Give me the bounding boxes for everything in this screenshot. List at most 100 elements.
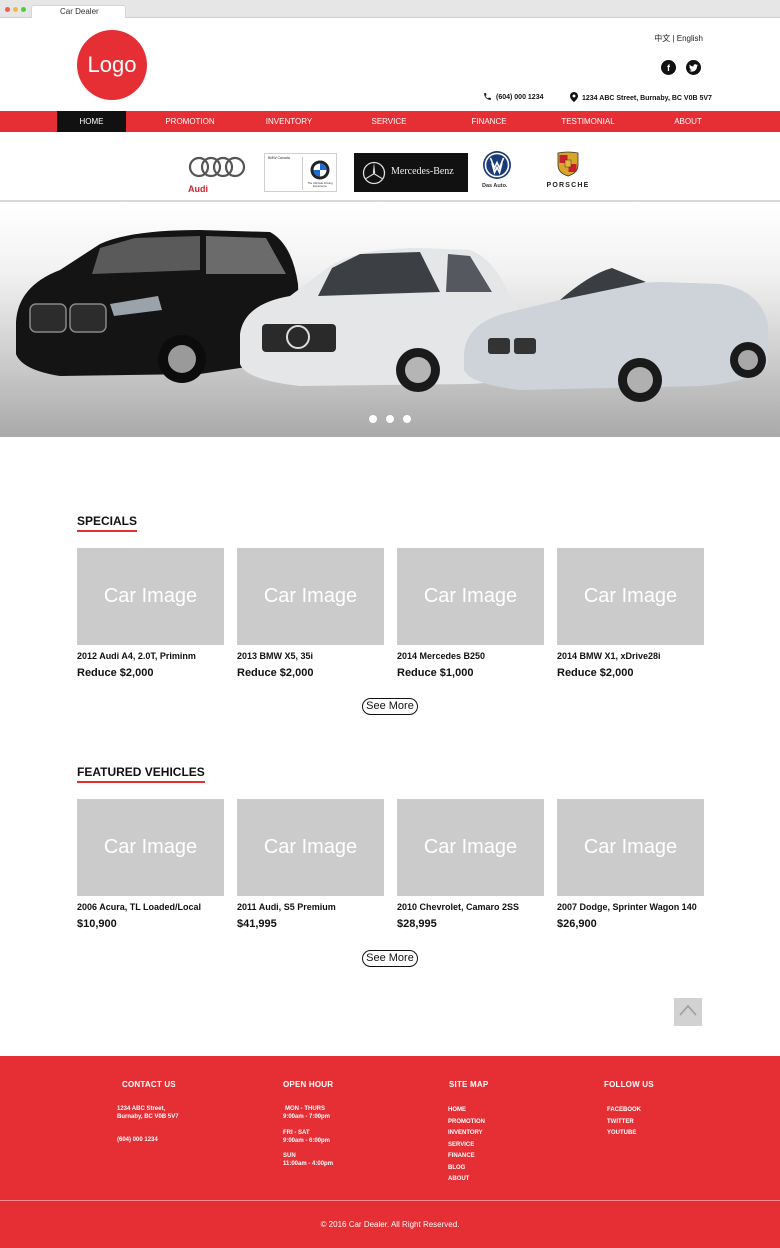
- header-phone[interactable]: (604) 000 1234: [483, 92, 543, 103]
- car-price: Reduce $2,000: [77, 667, 154, 679]
- main-nav: HOME PROMOTION INVENTORY SERVICE FINANCE…: [0, 111, 780, 132]
- nav-item-inventory[interactable]: INVENTORY: [249, 111, 329, 132]
- car-name[interactable]: 2012 Audi A4, 2.0T, Priminm: [77, 651, 224, 661]
- car-price: $10,900: [77, 918, 117, 930]
- porsche-logo[interactable]: PORSCHE: [531, 150, 605, 194]
- footer-hours-heading: OPEN HOUR: [283, 1080, 334, 1089]
- hours-time: 9:00am - 7:00pm: [283, 1114, 331, 1120]
- bmw-logo[interactable]: BMW Canada The Ultimate Driving Experien…: [264, 153, 337, 192]
- sitemap-link-promotion[interactable]: PROMOTION: [448, 1117, 485, 1129]
- hours-block: SUN 11:00am - 4:00pm: [283, 1152, 333, 1168]
- follow-link-twitter[interactable]: TWITTER: [607, 1117, 641, 1129]
- header-phone-text: (604) 000 1234: [496, 94, 544, 101]
- silver-convertible-shape: [464, 268, 768, 402]
- special-card[interactable]: Car Image 2013 BMW X5, 35i Reduce $2,000: [237, 548, 384, 679]
- featured-card[interactable]: Car Image 2011 Audi, S5 Premium $41,995: [237, 799, 384, 930]
- footer-contact: CONTACT US: [122, 1080, 176, 1089]
- site-logo[interactable]: Logo: [77, 30, 147, 100]
- footer-sitemap-heading: SITE MAP: [449, 1080, 489, 1089]
- sitemap-link-inventory[interactable]: INVENTORY: [448, 1128, 485, 1140]
- sitemap-link-finance[interactable]: FINANCE: [448, 1151, 485, 1163]
- follow-links: FACEBOOK TWITTER YOUTUBE: [607, 1105, 641, 1140]
- car-price: $26,900: [557, 918, 597, 930]
- nav-item-service[interactable]: SERVICE: [349, 111, 429, 132]
- sitemap-link-service[interactable]: SERVICE: [448, 1140, 485, 1152]
- twitter-icon[interactable]: [686, 60, 701, 75]
- hours-days: MON - THURS: [285, 1106, 325, 1112]
- car-name[interactable]: 2006 Acura, TL Loaded/Local: [77, 902, 224, 912]
- sitemap-link-blog[interactable]: BLOG: [448, 1163, 485, 1175]
- audi-wordmark: Audi: [188, 184, 208, 194]
- vw-tagline: Das Auto.: [482, 183, 508, 189]
- car-name[interactable]: 2014 Mercedes B250: [397, 651, 544, 661]
- sitemap-link-about[interactable]: ABOUT: [448, 1174, 485, 1186]
- sitemap-link-home[interactable]: HOME: [448, 1105, 485, 1117]
- car-price: $28,995: [397, 918, 437, 930]
- slider-dot-1[interactable]: [369, 415, 377, 423]
- hero-slider[interactable]: [0, 204, 780, 437]
- special-card[interactable]: Car Image 2012 Audi A4, 2.0T, Priminm Re…: [77, 548, 224, 679]
- nav-item-home[interactable]: HOME: [57, 111, 126, 132]
- slider-dot-2[interactable]: [386, 415, 394, 423]
- volkswagen-logo[interactable]: Das Auto.: [480, 150, 514, 194]
- sitemap-links: HOME PROMOTION INVENTORY SERVICE FINANCE…: [448, 1105, 485, 1186]
- back-to-top-button[interactable]: [674, 998, 702, 1026]
- car-image-placeholder[interactable]: Car Image: [397, 548, 544, 645]
- browser-tab[interactable]: Car Dealer: [31, 5, 126, 18]
- special-card[interactable]: Car Image 2014 BMW X1, xDrive28i Reduce …: [557, 548, 704, 679]
- car-image-placeholder[interactable]: Car Image: [237, 799, 384, 896]
- porsche-wordmark: PORSCHE: [546, 182, 590, 189]
- footer-phone[interactable]: (604) 000 1234: [117, 1136, 158, 1144]
- mercedes-wordmark: Mercedes-Benz: [391, 166, 454, 177]
- minimize-window-dot[interactable]: [13, 7, 18, 12]
- maximize-window-dot[interactable]: [21, 7, 26, 12]
- specials-see-more-button[interactable]: See More: [362, 698, 418, 715]
- car-name[interactable]: 2011 Audi, S5 Premium: [237, 902, 384, 912]
- chevron-up-icon: [679, 1003, 697, 1021]
- featured-card[interactable]: Car Image 2006 Acura, TL Loaded/Local $1…: [77, 799, 224, 930]
- hours-time: 11:00am - 4:00pm: [283, 1161, 334, 1167]
- nav-item-testimonial[interactable]: TESTIMONIAL: [548, 111, 628, 132]
- hours-block: FRI - SAT 9:00am - 6:00pm: [283, 1129, 330, 1145]
- car-image-placeholder[interactable]: Car Image: [77, 799, 224, 896]
- car-image-placeholder[interactable]: Car Image: [237, 548, 384, 645]
- follow-link-facebook[interactable]: FACEBOOK: [607, 1105, 641, 1117]
- footer-hours: OPEN HOUR: [283, 1080, 333, 1089]
- footer-follow-heading: FOLLOW US: [604, 1080, 654, 1089]
- language-switcher[interactable]: 中文 | English: [654, 33, 703, 44]
- featured-card[interactable]: Car Image 2010 Chevrolet, Camaro 2SS $28…: [397, 799, 544, 930]
- site-footer: CONTACT US 1234 ABC Street, Burnaby, BC …: [0, 1056, 780, 1248]
- car-price: $41,995: [237, 918, 277, 930]
- header-address-text: 1234 ABC Street, Burnaby, BC V0B 5V7: [582, 94, 712, 102]
- car-name[interactable]: 2007 Dodge, Sprinter Wagon 140: [557, 902, 704, 912]
- mercedes-benz-logo[interactable]: Mercedes-Benz: [354, 153, 468, 192]
- car-image-placeholder[interactable]: Car Image: [557, 548, 704, 645]
- nav-item-finance[interactable]: FINANCE: [449, 111, 529, 132]
- copyright-text: © 2016 Car Dealer. All Right Reserved.: [320, 1220, 460, 1229]
- hours-block: MON - THURS 9:00am - 7:00pm: [283, 1105, 330, 1121]
- follow-link-youtube[interactable]: YOUTUBE: [607, 1128, 641, 1140]
- close-window-dot[interactable]: [5, 7, 10, 12]
- bmw-canada-text: BMW Canada: [268, 156, 290, 160]
- special-card[interactable]: Car Image 2014 Mercedes B250 Reduce $1,0…: [397, 548, 544, 679]
- featured-card[interactable]: Car Image 2007 Dodge, Sprinter Wagon 140…: [557, 799, 704, 930]
- car-price: Reduce $2,000: [557, 667, 634, 679]
- facebook-icon[interactable]: f: [661, 60, 676, 75]
- car-name[interactable]: 2014 BMW X1, xDrive28i: [557, 651, 704, 661]
- audi-logo[interactable]: Audi: [188, 156, 246, 194]
- footer-address: 1234 ABC Street, Burnaby, BC V0B 5V7: [117, 1105, 179, 1121]
- car-image-placeholder[interactable]: Car Image: [77, 548, 224, 645]
- car-price: Reduce $2,000: [237, 667, 314, 679]
- featured-see-more-button[interactable]: See More: [362, 950, 418, 967]
- car-name[interactable]: 2013 BMW X5, 35i: [237, 651, 384, 661]
- car-price: Reduce $1,000: [397, 667, 474, 679]
- header-address[interactable]: 1234 ABC Street, Burnaby, BC V0B 5V7: [570, 92, 712, 104]
- footer-sitemap: SITE MAP: [449, 1080, 488, 1089]
- nav-item-about[interactable]: ABOUT: [648, 111, 728, 132]
- car-name[interactable]: 2010 Chevrolet, Camaro 2SS: [397, 902, 544, 912]
- hero-cars-image: [16, 230, 768, 402]
- slider-dot-3[interactable]: [403, 415, 411, 423]
- nav-item-promotion[interactable]: PROMOTION: [150, 111, 230, 132]
- car-image-placeholder[interactable]: Car Image: [397, 799, 544, 896]
- car-image-placeholder[interactable]: Car Image: [557, 799, 704, 896]
